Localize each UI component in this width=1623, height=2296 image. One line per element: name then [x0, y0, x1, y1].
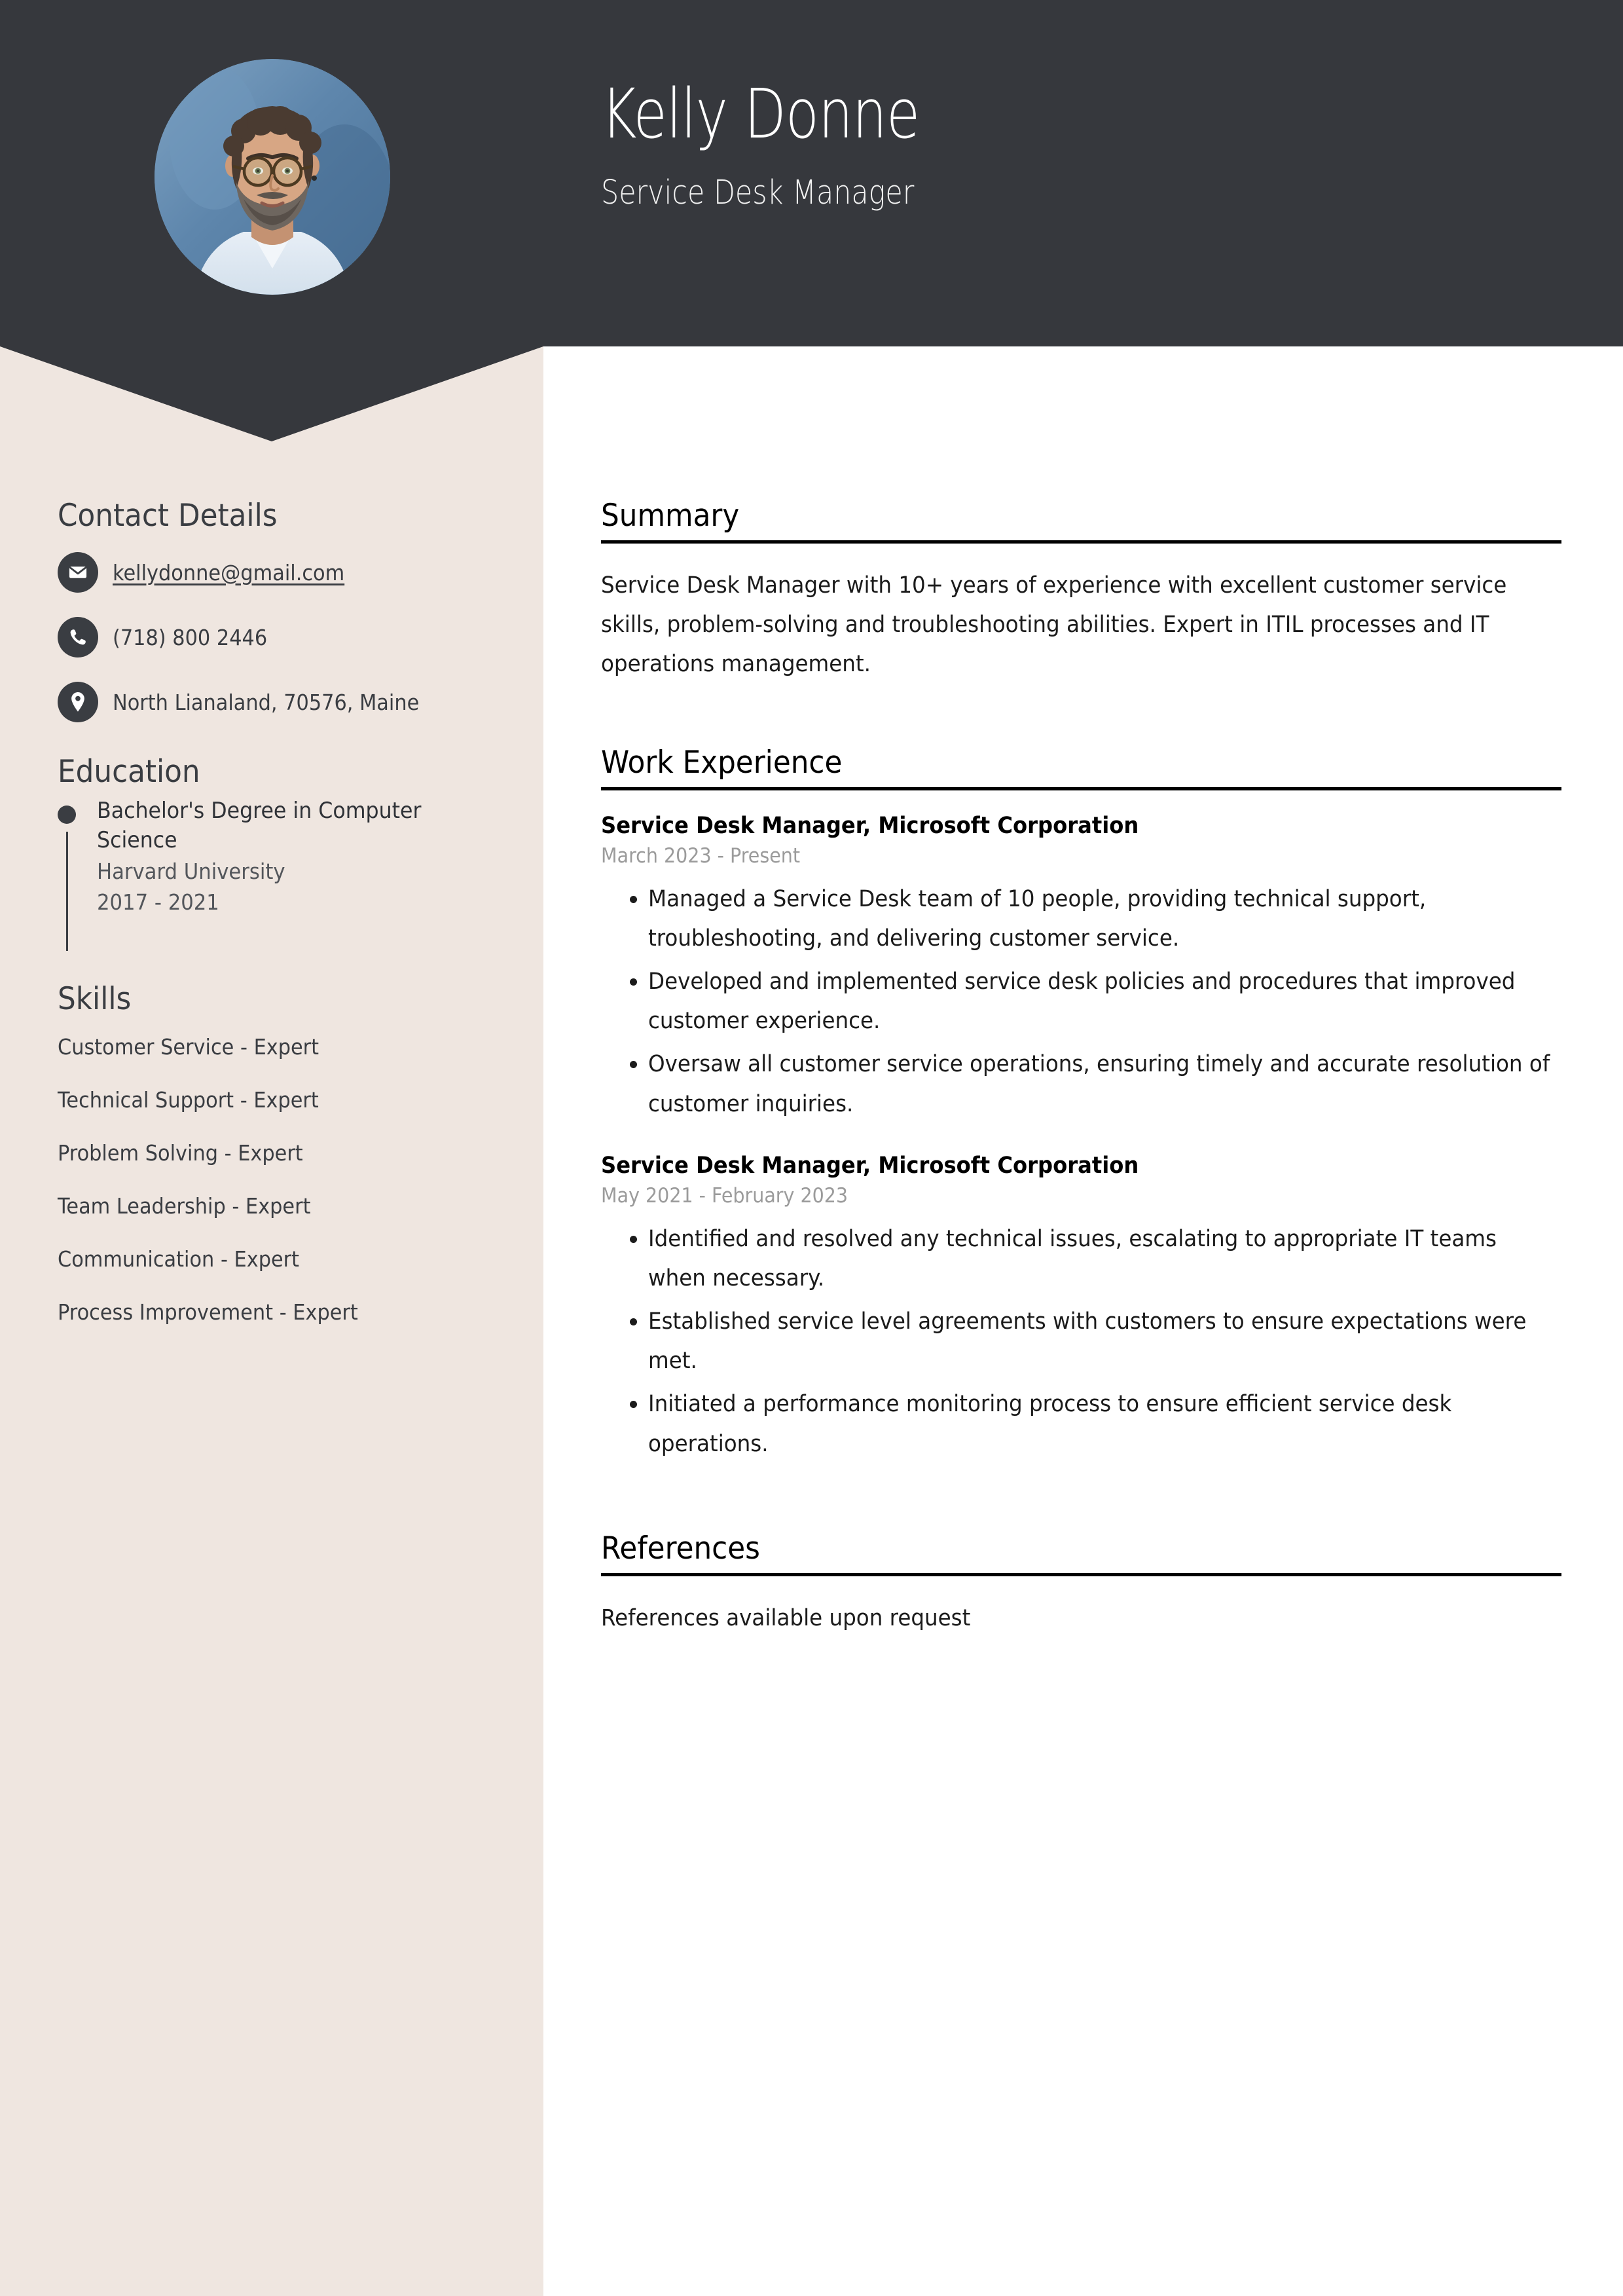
summary-text: Service Desk Manager with 10+ years of e…	[601, 572, 1507, 678]
references-text: References available upon request	[601, 1604, 971, 1631]
education-school: Harvard University	[97, 858, 285, 884]
skills-section: Skills Customer Service - Expert Technic…	[58, 981, 509, 1325]
person-job-title: Service Desk Manager	[601, 174, 915, 213]
job-bullet: Initiated a performance monitoring proce…	[601, 1384, 1561, 1463]
skill-item: Team Leadership - Expert	[58, 1193, 311, 1219]
job-bullet-text: Oversaw all customer service operations,…	[648, 1051, 1550, 1117]
envelope-icon	[58, 552, 98, 593]
contact-list: kellydonne@gmail.com (718) 800 2446 Nort…	[58, 552, 509, 722]
phone-icon	[58, 617, 98, 657]
skill-item: Customer Service - Expert	[58, 1034, 319, 1060]
resume-page: Kelly Donne Service Desk Manager Contact…	[0, 0, 1623, 2296]
work-experience-section: Work Experience Service Desk Manager, Mi…	[601, 745, 1561, 1464]
education-timeline-line	[66, 832, 68, 951]
skills-list: Customer Service - Expert Technical Supp…	[58, 1034, 509, 1325]
job-entry: Service Desk Manager, Microsoft Corporat…	[601, 1153, 1561, 1464]
map-pin-icon	[58, 682, 98, 722]
job-bullet-text: Initiated a performance monitoring proce…	[648, 1391, 1452, 1457]
job-bullet: Developed and implemented service desk p…	[601, 962, 1561, 1041]
header-text-block: Kelly Donne Service Desk Manager	[601, 74, 1570, 213]
work-experience-rule	[601, 787, 1561, 790]
job-bullet-text: Established service level agreements wit…	[648, 1308, 1527, 1375]
references-section: References References available upon req…	[601, 1530, 1561, 1638]
contact-details-section: Contact Details kellydonne@gmail.com (71…	[58, 498, 509, 722]
job-bullet-text: Identified and resolved any technical is…	[648, 1225, 1497, 1291]
education-degree: Bachelor's Degree in Computer Science	[97, 798, 422, 853]
job-bullet: Established service level agreements wit…	[601, 1302, 1561, 1380]
contact-email-text[interactable]: kellydonne@gmail.com	[113, 560, 344, 585]
skill-item: Technical Support - Expert	[58, 1087, 319, 1113]
job-bullet: Oversaw all customer service operations,…	[601, 1045, 1561, 1123]
main-content: Summary Service Desk Manager with 10+ ye…	[601, 498, 1561, 1638]
skill-item: Communication - Expert	[58, 1246, 300, 1272]
skill-item: Problem Solving - Expert	[58, 1140, 303, 1166]
contact-address-text: North Lianaland, 70576, Maine	[113, 689, 420, 715]
summary-heading: Summary	[601, 498, 740, 534]
skills-heading: Skills	[58, 981, 132, 1017]
skill-item: Process Improvement - Expert	[58, 1299, 358, 1325]
references-heading: References	[601, 1530, 760, 1566]
education-bullet-dot	[58, 805, 76, 824]
contact-item-email[interactable]: kellydonne@gmail.com	[58, 552, 509, 593]
job-bullet: Managed a Service Desk team of 10 people…	[601, 880, 1561, 958]
education-item: Bachelor's Degree in Computer Science Ha…	[58, 796, 509, 951]
education-heading: Education	[58, 754, 200, 790]
job-bullets: Identified and resolved any technical is…	[601, 1219, 1561, 1464]
job-dates: May 2021 - February 2023	[601, 1183, 848, 1208]
work-experience-heading: Work Experience	[601, 744, 843, 781]
summary-section: Summary Service Desk Manager with 10+ ye…	[601, 498, 1561, 684]
job-bullet-text: Developed and implemented service desk p…	[648, 968, 1516, 1035]
education-years: 2017 - 2021	[97, 889, 219, 915]
references-rule	[601, 1572, 1561, 1576]
job-bullets: Managed a Service Desk team of 10 people…	[601, 880, 1561, 1124]
job-bullet: Identified and resolved any technical is…	[601, 1219, 1561, 1298]
job-dates: March 2023 - Present	[601, 843, 801, 868]
job-bullet-text: Managed a Service Desk team of 10 people…	[648, 885, 1427, 952]
contact-phone-text[interactable]: (718) 800 2446	[113, 625, 267, 650]
summary-rule	[601, 540, 1561, 544]
job-title: Service Desk Manager, Microsoft Corporat…	[601, 1152, 1139, 1179]
contact-item-address: North Lianaland, 70576, Maine	[58, 682, 509, 722]
job-entry: Service Desk Manager, Microsoft Corporat…	[601, 813, 1561, 1124]
education-section: Education Bachelor's Degree in Computer …	[58, 754, 509, 951]
contact-details-heading: Contact Details	[58, 498, 278, 534]
sidebar: Contact Details kellydonne@gmail.com (71…	[0, 0, 543, 2296]
contact-item-phone[interactable]: (718) 800 2446	[58, 617, 509, 657]
person-name: Kelly Donne	[601, 74, 920, 154]
job-title: Service Desk Manager, Microsoft Corporat…	[601, 812, 1139, 839]
